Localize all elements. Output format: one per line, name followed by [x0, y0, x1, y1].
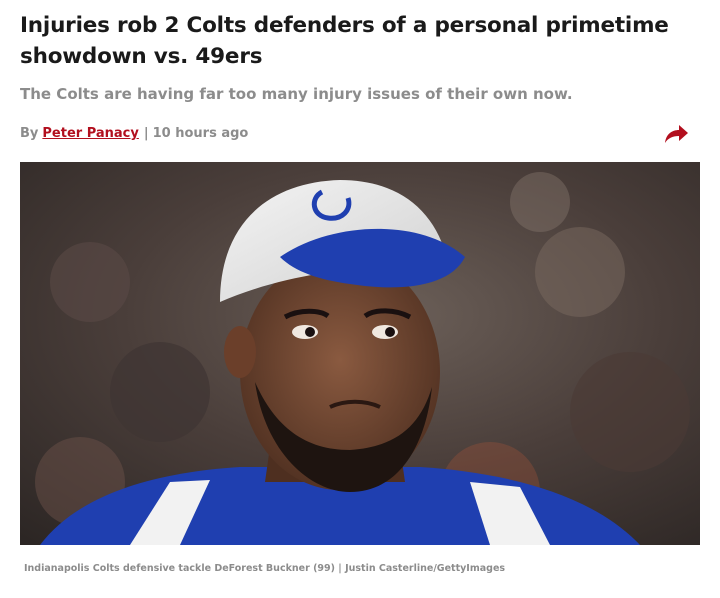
player-photo-illustration — [20, 162, 700, 545]
byline-separator: | — [143, 126, 149, 141]
article-subheadline: The Colts are having far too many injury… — [20, 85, 573, 103]
photo-caption: Indianapolis Colts defensive tackle DeFo… — [24, 563, 506, 574]
share-arrow-icon — [665, 125, 688, 143]
article-headline: Injuries rob 2 Colts defenders of a pers… — [20, 13, 669, 69]
author-link[interactable]: Peter Panacy — [42, 124, 138, 144]
byline: By Peter Panacy | 10 hours ago — [20, 124, 248, 144]
byline-prefix: By — [20, 126, 39, 141]
article-photo — [20, 162, 700, 545]
share-button[interactable] — [662, 122, 690, 146]
publish-time: 10 hours ago — [152, 126, 249, 141]
